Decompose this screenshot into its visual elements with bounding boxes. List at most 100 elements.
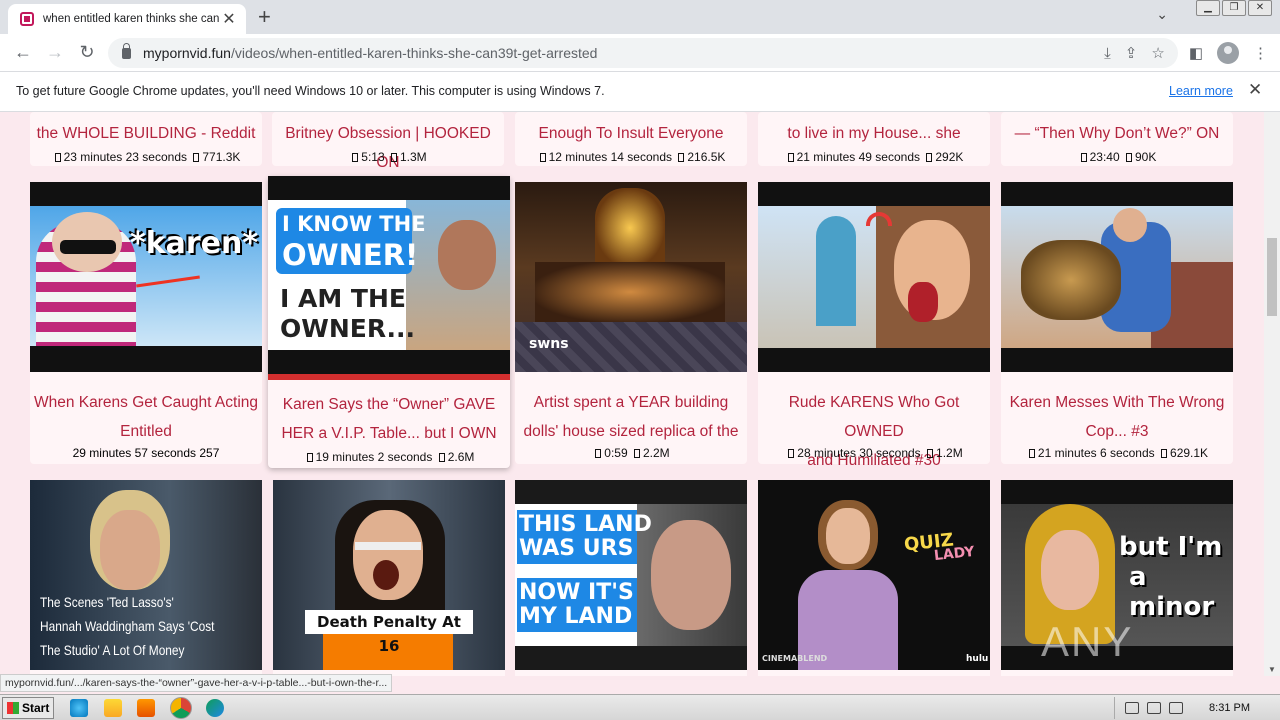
tab-close-icon[interactable]: ✕ <box>220 9 238 29</box>
video-thumbnail[interactable] <box>1001 182 1233 372</box>
video-thumbnail[interactable]: swns <box>515 182 747 372</box>
video-thumbnail[interactable]: QUIZ LADY CINEMABLEND hulu <box>758 480 990 670</box>
video-card[interactable]: the WHOLE BUILDING - Reddit 23 minutes 2… <box>30 112 262 166</box>
video-thumbnail[interactable]: Death Penalty At 16 <box>273 480 505 670</box>
eye-icon <box>634 449 640 458</box>
video-card-hovered[interactable]: I KNOW THE OWNER! I AM THE OWNER... Kare… <box>268 176 510 468</box>
windows-logo-icon <box>7 702 19 714</box>
video-title[interactable]: When Karens Get Caught Acting Entitled <box>30 388 262 446</box>
internet-explorer-icon[interactable] <box>70 699 88 717</box>
eye-icon <box>193 153 200 162</box>
eye-icon <box>1126 153 1132 162</box>
scrollbar-thumb[interactable] <box>1267 238 1277 316</box>
video-thumbnail[interactable]: I KNOW THE OWNER! I AM THE OWNER... <box>268 176 510 380</box>
thumbnail-text: *karen* <box>130 226 259 261</box>
scroll-down-arrow-icon[interactable]: ▼ <box>1268 665 1276 674</box>
video-card[interactable]: *karen* When Karens Get Caught Acting Ent… <box>30 182 262 464</box>
lock-icon[interactable] <box>122 42 131 59</box>
video-card[interactable]: swns Artist spent a YEAR building dolls' … <box>515 182 747 464</box>
window-controls: ▁ ❐ ✕ <box>1196 0 1272 20</box>
clock-icon <box>1028 449 1035 458</box>
close-window-button[interactable]: ✕ <box>1248 0 1272 16</box>
action-center-icon[interactable] <box>1169 702 1184 714</box>
video-card[interactable]: to live in my House... she 21 minutes 49… <box>758 112 990 166</box>
video-card[interactable]: Enough To Insult Everyone 12 minutes 14 … <box>515 112 747 166</box>
minimize-button[interactable]: ▁ <box>1196 0 1220 16</box>
video-meta: 28 minutes 30 seconds 1.2M <box>758 446 990 460</box>
chrome-icon[interactable] <box>170 697 192 719</box>
video-title[interactable]: to live in my House... she <box>758 119 990 148</box>
video-meta: 23:40 90K <box>1001 150 1233 164</box>
clock[interactable]: 8:31 PM <box>1209 702 1250 714</box>
video-card[interactable]: Britney Obsession | HOOKED ON 5:13 1.3M <box>272 112 504 171</box>
system-tray: 8:31 PM <box>1114 697 1280 719</box>
forward-arrow-icon[interactable]: → <box>44 42 66 63</box>
video-card[interactable]: The Scenes 'Ted Lasso's' Hannah Waddingh… <box>30 480 262 676</box>
install-app-icon[interactable]: ⤓ <box>1104 45 1111 62</box>
vertical-scrollbar[interactable]: ▼ <box>1264 112 1280 676</box>
start-button[interactable]: Start <box>2 697 54 719</box>
video-meta: 5:13 1.3M <box>272 150 504 164</box>
video-title[interactable]: Britney Obsession | HOOKED ON <box>272 119 504 177</box>
back-arrow-icon[interactable]: ← <box>12 42 34 63</box>
video-title[interactable]: Karen Messes With The Wrong Cop... #3 <box>1001 388 1233 446</box>
video-card[interactable]: Death Penalty At 16 <box>273 480 505 676</box>
network-icon[interactable] <box>1147 702 1162 714</box>
video-thumbnail[interactable]: THIS LAND WAS URS NOW IT'S MY LAND <box>515 480 747 670</box>
restore-button[interactable]: ❐ <box>1222 0 1246 16</box>
clock-icon <box>788 449 795 458</box>
eye-icon <box>927 449 934 458</box>
side-panel-icon[interactable]: ◧ <box>1189 44 1203 62</box>
volume-icon[interactable] <box>1125 702 1140 714</box>
video-card[interactable]: Rude KARENS Who Got OWNED and Humiliated … <box>758 182 990 469</box>
thumbnail-watermark: CINEMABLEND <box>762 654 828 663</box>
thumbnail-text: Death Penalty At 16 <box>305 610 473 655</box>
edge-icon[interactable] <box>206 699 224 717</box>
video-title[interactable]: — “Then Why Don’t We?” ON <box>1001 119 1233 148</box>
video-card[interactable]: but I'm a minor ANY RUN <box>1001 480 1233 676</box>
tab-search-chevron-icon[interactable]: ⌄ <box>1156 6 1168 23</box>
address-bar[interactable]: mypornvid.fun/videos/when-entitled-karen… <box>108 38 1178 68</box>
video-meta: 21 minutes 6 seconds 629.1K <box>1001 446 1233 460</box>
windows-taskbar: Start 8:31 PM <box>0 694 1280 720</box>
eye-icon <box>678 153 685 162</box>
media-player-icon[interactable] <box>137 699 155 717</box>
video-card[interactable]: THIS LAND WAS URS NOW IT'S MY LAND <box>515 480 747 676</box>
video-thumbnail[interactable]: The Scenes 'Ted Lasso's' Hannah Waddingh… <box>30 480 262 670</box>
site-favicon-icon <box>20 12 34 26</box>
video-thumbnail[interactable]: but I'm a minor ANY RUN <box>1001 480 1233 670</box>
clock-icon <box>54 153 61 162</box>
video-card[interactable]: — “Then Why Don’t We?” ON 23:40 90K <box>1001 112 1233 166</box>
video-card[interactable]: Karen Messes With The Wrong Cop... #3 21 … <box>1001 182 1233 464</box>
thumbnail-text: I KNOW THE <box>282 212 426 236</box>
browser-toolbar: ← → ↻ mypornvid.fun/videos/when-entitled… <box>0 34 1280 72</box>
thumbnail-text: OWNER... <box>280 314 416 343</box>
video-title[interactable]: Artist spent a YEAR building dolls' house… <box>515 388 747 446</box>
clock-icon <box>539 153 546 162</box>
new-tab-button[interactable]: + <box>258 4 271 30</box>
video-title[interactable]: Rude KARENS Who Got OWNED and Humiliated … <box>758 388 990 475</box>
video-title[interactable]: the WHOLE BUILDING - Reddit <box>30 119 262 148</box>
clock-icon <box>1080 153 1087 162</box>
video-thumbnail[interactable]: *karen* <box>30 182 262 372</box>
profile-avatar[interactable] <box>1217 42 1239 64</box>
eye-icon <box>438 453 445 462</box>
infobar-close-icon[interactable]: ✕ <box>1248 80 1262 100</box>
share-icon[interactable]: ⇪ <box>1125 44 1138 62</box>
video-thumbnail[interactable] <box>758 182 990 372</box>
video-card[interactable]: QUIZ LADY CINEMABLEND hulu <box>758 480 990 676</box>
browser-tab[interactable]: when entitled karen thinks she can39 ✕ <box>8 4 246 34</box>
eye-icon <box>391 153 397 162</box>
reload-icon[interactable]: ↻ <box>76 42 98 63</box>
video-title[interactable]: Karen Says the “Owner” GAVE HER a V.I.P. … <box>268 390 510 448</box>
thumbnail-text: MY LAND <box>519 604 633 629</box>
url-text[interactable]: mypornvid.fun/videos/when-entitled-karen… <box>143 45 597 61</box>
thumbnail-text: but I'm <box>1119 532 1223 562</box>
learn-more-link[interactable]: Learn more <box>1169 84 1233 98</box>
bookmark-star-icon[interactable]: ☆ <box>1151 44 1164 62</box>
video-title[interactable]: Enough To Insult Everyone <box>515 119 747 148</box>
file-explorer-icon[interactable] <box>104 699 122 717</box>
infobar-message: To get future Google Chrome updates, you… <box>16 84 605 98</box>
eye-icon <box>926 153 933 162</box>
menu-kebab-icon[interactable]: ⋮ <box>1253 44 1268 62</box>
